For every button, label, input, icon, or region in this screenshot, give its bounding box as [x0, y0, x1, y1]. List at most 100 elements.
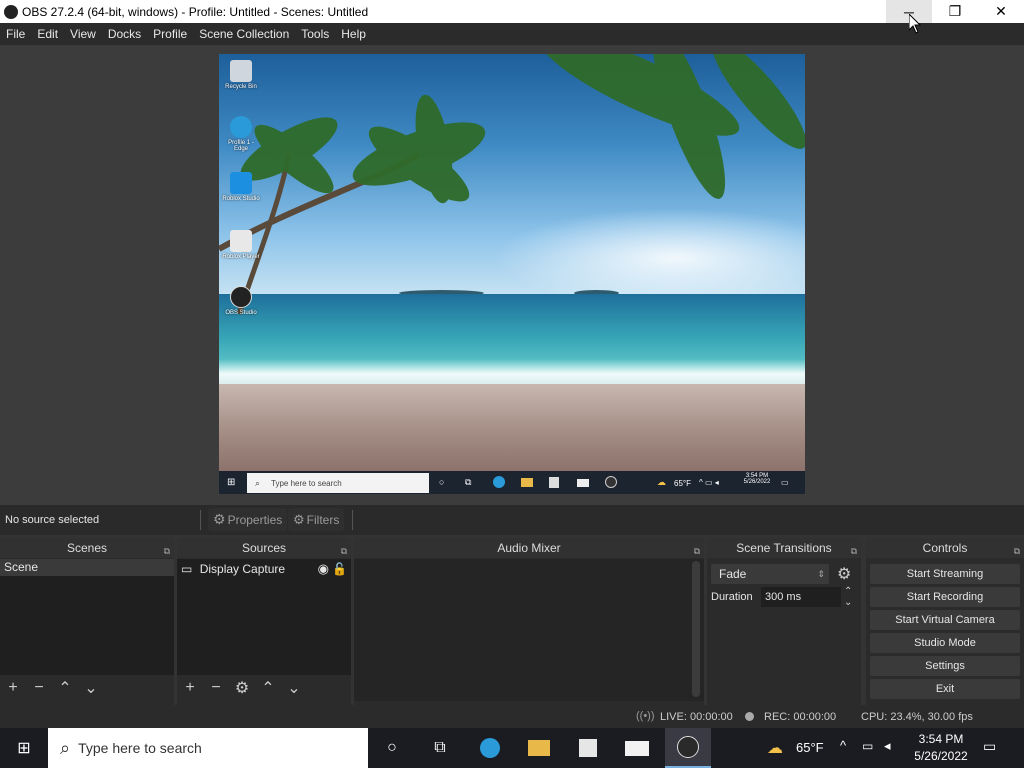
lock-icon[interactable]: 🔓: [332, 559, 347, 579]
weather-text: 65°F: [674, 479, 691, 488]
filters-button[interactable]: ⚙ Filters: [288, 508, 345, 531]
source-properties-gear-icon[interactable]: ⚙: [229, 678, 255, 698]
studio-mode-button[interactable]: Studio Mode: [870, 633, 1020, 653]
audio-mixer-header: Audio Mixer ⧉: [354, 538, 704, 558]
scene-item[interactable]: Scene: [0, 559, 174, 576]
scenes-toolbar: + − ⌃ ⌄: [0, 675, 174, 701]
show-hidden-icons-icon[interactable]: ^: [840, 738, 846, 753]
store-taskbar-icon[interactable]: [576, 736, 600, 760]
start-recording-button[interactable]: Start Recording: [870, 587, 1020, 607]
menu-edit[interactable]: Edit: [31, 27, 64, 41]
task-view-button[interactable]: ⧉: [428, 736, 452, 760]
network-icon[interactable]: ▭: [862, 739, 873, 753]
mail-taskbar-icon[interactable]: [625, 736, 649, 760]
search-icon: ⌕: [255, 477, 261, 488]
transition-select[interactable]: Fade ⇕: [711, 564, 829, 584]
desktop-icon-roblox-player[interactable]: Roblox Player: [221, 230, 261, 260]
remove-scene-button[interactable]: −: [26, 679, 52, 697]
start-virtual-camera-button[interactable]: Start Virtual Camera: [870, 610, 1020, 630]
divider: [352, 510, 353, 530]
divider: [200, 510, 201, 530]
popout-icon[interactable]: ⧉: [1014, 541, 1020, 561]
desktop-icon-roblox-studio[interactable]: Roblox Studio: [221, 172, 261, 202]
visibility-eye-icon[interactable]: ◉: [318, 559, 329, 579]
properties-button[interactable]: ⚙ Properties: [208, 508, 288, 531]
store-icon: [549, 477, 559, 488]
window-title: OBS 27.2.4 (64-bit, windows) - Profile: …: [22, 4, 369, 19]
menu-docks[interactable]: Docks: [102, 27, 147, 41]
obs-taskbar-button[interactable]: [665, 728, 711, 768]
menu-help[interactable]: Help: [335, 27, 372, 41]
source-toolbar: No source selected: [0, 505, 1024, 535]
move-up-button[interactable]: ⌃: [52, 678, 78, 698]
preview-canvas[interactable]: Recycle Bin Profile 1 - Edge Roblox Stud…: [219, 54, 805, 494]
remove-source-button[interactable]: −: [203, 679, 229, 697]
menu-profile[interactable]: Profile: [147, 27, 193, 41]
restore-button[interactable]: ❐: [932, 0, 978, 23]
settings-button[interactable]: Settings: [870, 656, 1020, 676]
scenes-list[interactable]: Scene: [0, 559, 174, 675]
scenes-dock: Scenes ⧉ Scene + − ⌃ ⌄: [0, 538, 174, 705]
taskbar-weather-text[interactable]: 65°F: [796, 740, 824, 755]
popout-icon[interactable]: ⧉: [851, 541, 857, 561]
move-up-button[interactable]: ⌃: [255, 678, 281, 698]
scrollbar[interactable]: [692, 561, 700, 697]
weather-icon: ☁: [657, 477, 666, 487]
menu-scene-collection[interactable]: Scene Collection: [193, 27, 295, 41]
start-button[interactable]: ⊞: [12, 736, 36, 760]
desktop-icon-obs[interactable]: OBS Studio: [221, 286, 261, 316]
preview-search-box: ⌕ Type here to search: [247, 473, 429, 493]
audio-mixer-body: [354, 559, 704, 701]
start-streaming-button[interactable]: Start Streaming: [870, 564, 1020, 584]
start-icon: ⊞: [227, 477, 236, 488]
taskbar-clock[interactable]: 3:54 PM 5/26/2022: [910, 731, 972, 765]
edge-icon: [493, 476, 505, 488]
spinner-icon: ⇕: [817, 569, 825, 579]
status-bar: ((•)) LIVE: 00:00:00 REC: 00:00:00 CPU: …: [0, 705, 1024, 728]
source-item[interactable]: ▭ Display Capture ◉ 🔓: [177, 559, 351, 579]
scene-transitions-dock: Scene Transitions ⧉ Fade ⇕ ⚙ Duration 300…: [707, 538, 861, 705]
scene-transitions-header: Scene Transitions ⧉: [707, 538, 861, 558]
move-down-button[interactable]: ⌄: [78, 678, 104, 698]
edge-taskbar-icon[interactable]: [478, 736, 502, 760]
search-icon: ⌕: [60, 737, 71, 758]
menu-bar: File Edit View Docks Profile Scene Colle…: [0, 23, 1024, 45]
clock-date: 5/26/2022: [914, 749, 968, 763]
move-down-button[interactable]: ⌄: [281, 678, 307, 698]
file-explorer-taskbar-icon[interactable]: [527, 736, 551, 760]
transition-gear-icon[interactable]: ⚙: [837, 564, 851, 584]
obs-taskbar-icon: [605, 476, 617, 488]
add-source-button[interactable]: +: [177, 679, 203, 697]
notification-center-icon[interactable]: ▭: [983, 738, 996, 755]
desktop-icon-recycle-bin[interactable]: Recycle Bin: [221, 60, 261, 90]
sources-list[interactable]: ▭ Display Capture ◉ 🔓: [177, 559, 351, 675]
weather-icon[interactable]: ☁: [763, 736, 787, 760]
volume-muted-icon[interactable]: ◂: [884, 738, 891, 754]
taskbar-search-box[interactable]: ⌕ Type here to search: [48, 728, 368, 768]
gear-icon: ⚙: [213, 511, 226, 527]
cortana-icon: ○: [439, 477, 445, 487]
popout-icon[interactable]: ⧉: [341, 541, 347, 561]
exit-button[interactable]: Exit: [870, 679, 1020, 699]
sources-dock: Sources ⧉ ▭ Display Capture ◉ 🔓 + − ⚙ ⌃ ⌄: [177, 538, 351, 705]
close-button[interactable]: ✕: [978, 0, 1024, 23]
palm-trees: [219, 54, 805, 315]
duration-stepper-icon[interactable]: ⌃ ⌄: [844, 586, 852, 608]
menu-file[interactable]: File: [0, 27, 31, 41]
tray-icons: ^ ▭ ◂: [699, 478, 719, 487]
menu-tools[interactable]: Tools: [295, 27, 335, 41]
filter-icon: ⚙: [293, 511, 305, 527]
scenes-header: Scenes ⧉: [0, 538, 174, 558]
beach: [219, 384, 805, 474]
controls-header: Controls ⧉: [866, 538, 1024, 558]
folder-icon: [521, 478, 533, 487]
menu-view[interactable]: View: [64, 27, 102, 41]
popout-icon[interactable]: ⧉: [164, 541, 170, 561]
live-status: LIVE: 00:00:00: [660, 711, 733, 723]
popout-icon[interactable]: ⧉: [694, 541, 700, 561]
cortana-button[interactable]: ○: [380, 736, 404, 760]
duration-input[interactable]: 300 ms: [761, 587, 841, 607]
no-source-label: No source selected: [5, 514, 100, 526]
add-scene-button[interactable]: +: [0, 679, 26, 697]
desktop-icon-edge[interactable]: Profile 1 - Edge: [221, 116, 261, 152]
